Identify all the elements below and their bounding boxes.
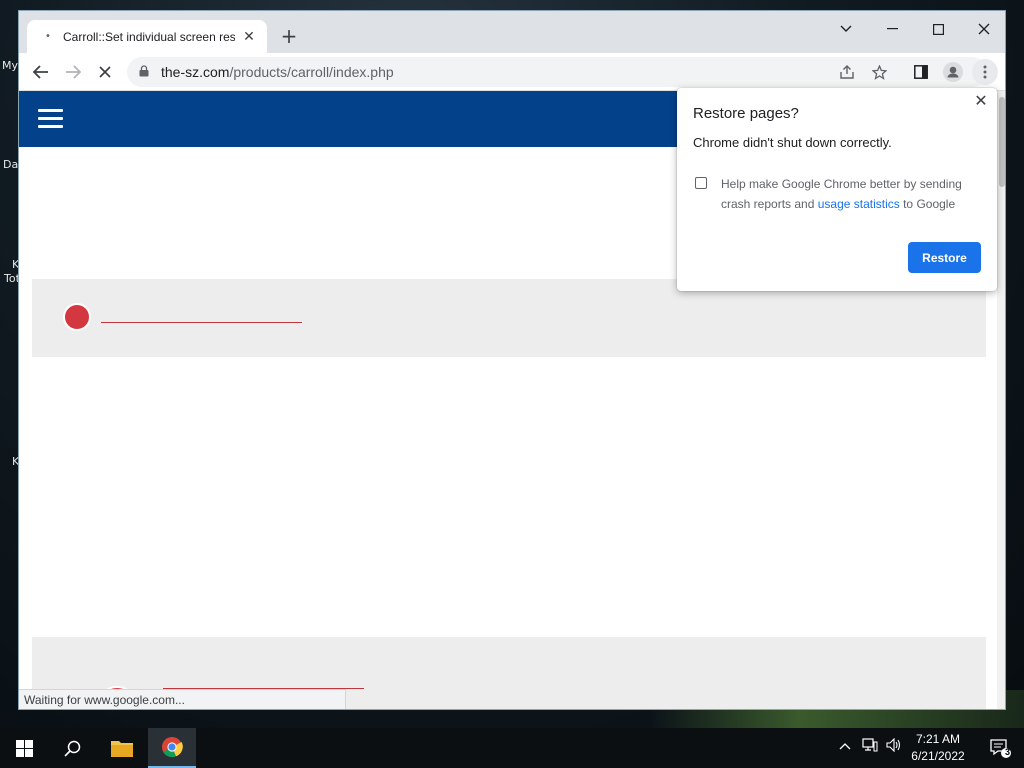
stop-loading-button[interactable] bbox=[91, 58, 119, 86]
more-vert-icon bbox=[983, 65, 987, 79]
share-icon bbox=[840, 65, 854, 79]
arrow-left-icon bbox=[33, 65, 48, 79]
url-host: the-sz.com bbox=[161, 64, 230, 80]
minimize-icon bbox=[886, 28, 898, 30]
crash-report-label: Help make Google Chrome better by sendin… bbox=[721, 174, 981, 214]
minimize-button[interactable] bbox=[869, 15, 915, 43]
notification-count-badge: 3 bbox=[1005, 747, 1011, 757]
menu-button[interactable] bbox=[972, 59, 998, 85]
crash-report-checkbox[interactable] bbox=[695, 177, 707, 189]
taskbar: 7:21 AM 6/21/2022 3 bbox=[0, 728, 1024, 768]
search-icon bbox=[63, 740, 80, 757]
desktop-icon-label-1[interactable]: My bbox=[2, 59, 18, 72]
dialog-close-icon[interactable]: ✕ bbox=[971, 92, 991, 112]
back-button[interactable] bbox=[27, 58, 55, 86]
lock-icon bbox=[139, 65, 149, 77]
show-hidden-icons-icon[interactable] bbox=[839, 738, 851, 754]
desktop-icon-label-2[interactable]: Da bbox=[3, 158, 18, 171]
chrome-taskbar-button[interactable] bbox=[148, 728, 196, 768]
action-center-button[interactable]: 3 bbox=[976, 728, 1024, 768]
restore-button[interactable]: Restore bbox=[908, 242, 981, 273]
maximize-icon bbox=[932, 23, 944, 35]
bookmark-button[interactable] bbox=[866, 59, 892, 85]
tab-title: Carroll::Set individual screen reso bbox=[63, 29, 235, 44]
status-bubble: Waiting for www.google.com... bbox=[19, 689, 346, 709]
browser-toolbar: the-sz.com/products/carroll/index.php bbox=[19, 53, 1005, 91]
windows-logo-icon bbox=[15, 739, 33, 757]
search-button[interactable] bbox=[48, 728, 96, 768]
maximize-button[interactable] bbox=[915, 15, 961, 43]
star-icon bbox=[871, 64, 887, 80]
volume-icon[interactable] bbox=[886, 737, 902, 756]
url-path: /products/carroll/index.php bbox=[229, 64, 394, 80]
chevron-down-icon bbox=[840, 25, 852, 32]
side-panel-icon bbox=[914, 65, 928, 79]
page-scrollbar[interactable] bbox=[997, 91, 1005, 709]
arrow-right-icon bbox=[66, 65, 81, 79]
usage-statistics-link[interactable]: usage statistics bbox=[818, 197, 900, 211]
dialog-message: Chrome didn't shut down correctly. bbox=[693, 135, 892, 150]
folder-icon bbox=[111, 741, 133, 757]
address-bar[interactable]: the-sz.com/products/carroll/index.php bbox=[127, 57, 987, 87]
clock-time: 7:21 AM bbox=[915, 732, 961, 746]
close-icon bbox=[978, 23, 990, 35]
tab-close-icon[interactable]: ✕ bbox=[241, 29, 257, 45]
scrollbar-thumb[interactable] bbox=[999, 97, 1005, 187]
chrome-icon bbox=[162, 737, 183, 758]
hamburger-menu-icon[interactable] bbox=[38, 109, 63, 129]
stop-x-icon bbox=[99, 66, 111, 78]
system-clock[interactable]: 7:21 AM 6/21/2022 bbox=[905, 731, 971, 765]
avatar-icon bbox=[943, 62, 963, 82]
dialog-title: Restore pages? bbox=[693, 105, 799, 122]
side-panel-button[interactable] bbox=[908, 59, 934, 85]
heading-underline bbox=[101, 322, 302, 323]
close-window-button[interactable] bbox=[961, 15, 1005, 43]
forward-button[interactable] bbox=[59, 58, 87, 86]
start-button[interactable] bbox=[0, 728, 48, 768]
new-tab-button[interactable]: + bbox=[277, 25, 301, 49]
url-text: the-sz.com/products/carroll/index.php bbox=[161, 64, 394, 80]
restore-pages-dialog: Restore pages? ✕ Chrome didn't shut down… bbox=[677, 88, 997, 291]
title-bar: • Carroll::Set individual screen reso ✕ … bbox=[19, 11, 1005, 53]
active-tab[interactable]: • Carroll::Set individual screen reso ✕ bbox=[27, 20, 267, 53]
red-circle-icon bbox=[63, 303, 91, 331]
file-explorer-button[interactable] bbox=[98, 728, 146, 768]
share-button[interactable] bbox=[834, 59, 860, 85]
tab-search-button[interactable] bbox=[823, 15, 869, 43]
clock-date: 6/21/2022 bbox=[911, 749, 965, 763]
loading-icon: • bbox=[45, 31, 51, 42]
network-icon[interactable] bbox=[862, 738, 878, 756]
checkbox-text-after: to Google bbox=[899, 197, 956, 211]
profile-button[interactable] bbox=[940, 59, 966, 85]
